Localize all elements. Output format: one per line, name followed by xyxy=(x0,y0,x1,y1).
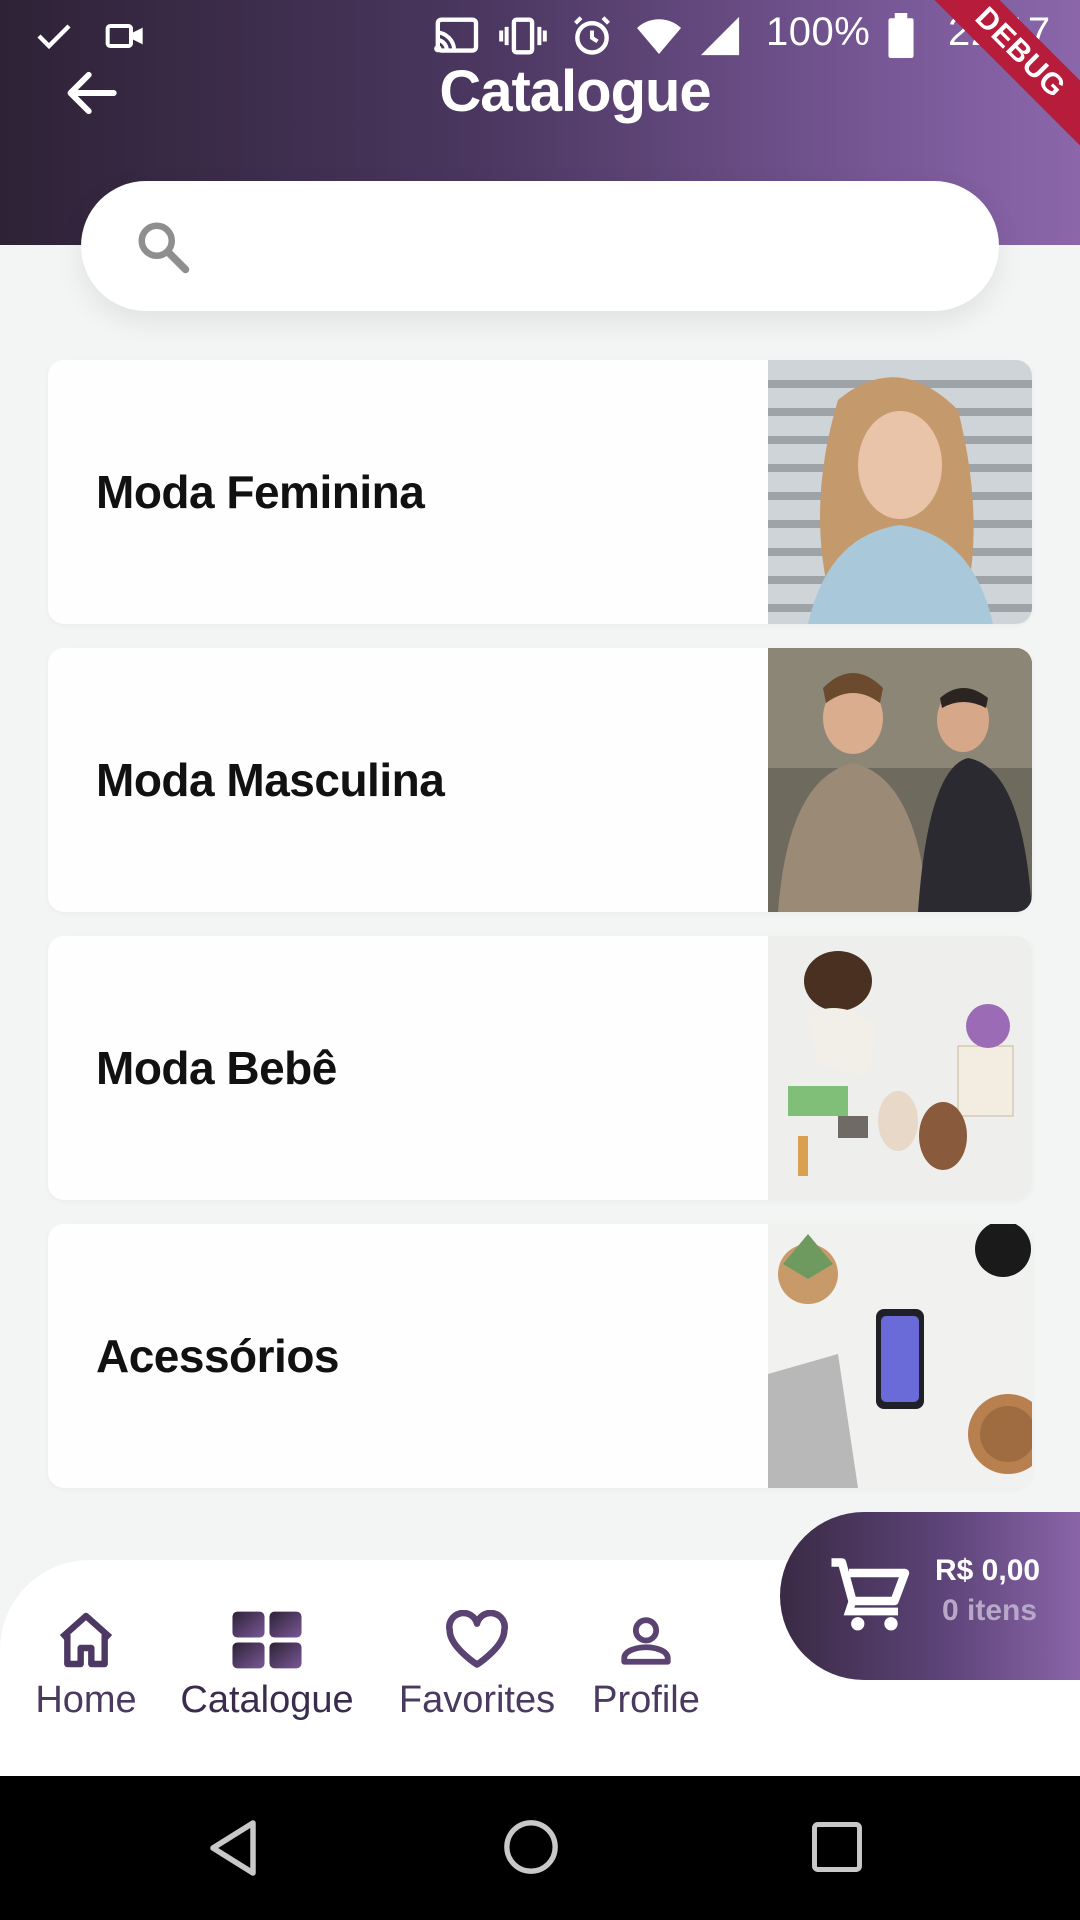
category-label: Moda Masculina xyxy=(96,754,445,806)
nav-label: Favorites xyxy=(398,1679,556,1721)
category-image-moda-bebe xyxy=(768,936,1032,1200)
wifi-icon xyxy=(634,14,684,58)
category-label: Acessórios xyxy=(96,1330,340,1382)
cast-icon xyxy=(432,14,480,58)
battery-percent: 100% xyxy=(766,10,871,54)
category-card-moda-feminina[interactable]: Moda Feminina xyxy=(48,360,1032,624)
nav-favorites[interactable]: Favorites xyxy=(392,1605,562,1722)
recents-nav-icon[interactable] xyxy=(810,1820,864,1879)
cart-button[interactable]: R$ 0,00 0 itens xyxy=(780,1512,1080,1680)
category-image-moda-masculina xyxy=(768,648,1032,912)
category-card-acessorios[interactable]: Acessórios xyxy=(48,1224,1032,1488)
search-icon xyxy=(133,217,193,277)
search-input[interactable] xyxy=(81,181,999,311)
vibrate-icon xyxy=(496,14,550,58)
page-title: Catalogue xyxy=(439,59,711,124)
category-label: Moda Bebê xyxy=(96,1042,337,1094)
battery-icon xyxy=(886,13,916,58)
cart-total: R$ 0,00 xyxy=(935,1554,1041,1587)
person-icon xyxy=(588,1605,704,1675)
nav-home[interactable]: Home xyxy=(30,1605,142,1722)
video-icon xyxy=(104,14,148,58)
nav-label: Home xyxy=(35,1679,137,1721)
check-icon xyxy=(34,14,74,58)
system-navigation-bar xyxy=(0,1776,1080,1920)
home-icon xyxy=(30,1605,142,1675)
nav-label: Profile xyxy=(592,1679,700,1721)
category-card-moda-masculina[interactable]: Moda Masculina xyxy=(48,648,1032,912)
alarm-icon xyxy=(570,14,614,58)
cart-icon xyxy=(828,1552,912,1641)
signal-icon xyxy=(698,14,742,58)
nav-profile[interactable]: Profile xyxy=(588,1605,704,1722)
nav-label: Catalogue xyxy=(180,1679,354,1721)
nav-catalogue[interactable]: Catalogue xyxy=(172,1605,362,1722)
category-card-moda-bebe[interactable]: Moda Bebê xyxy=(48,936,1032,1200)
back-nav-icon[interactable] xyxy=(205,1818,261,1883)
category-image-acessorios xyxy=(768,1224,1032,1488)
category-image-moda-feminina xyxy=(768,360,1032,624)
heart-icon xyxy=(392,1605,562,1675)
home-nav-icon[interactable] xyxy=(502,1818,560,1881)
grid-icon xyxy=(172,1605,362,1675)
cart-item-count: 0 itens xyxy=(942,1594,1038,1627)
category-label: Moda Feminina xyxy=(96,466,425,518)
